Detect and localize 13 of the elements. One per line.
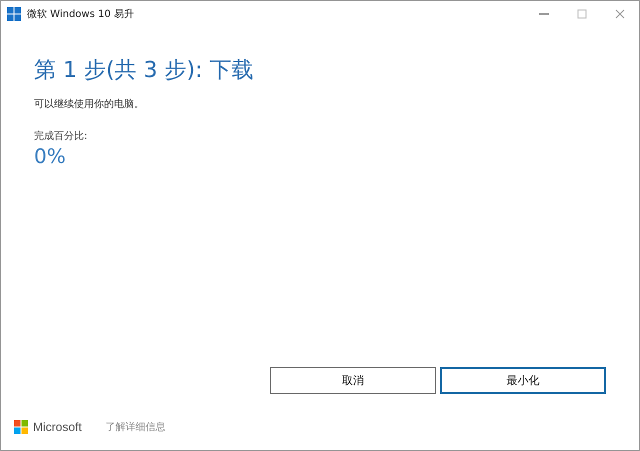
progress-value: 0% [34, 144, 67, 168]
maximize-icon [577, 9, 587, 19]
microsoft-logo-icon [14, 420, 28, 434]
step-heading: 第 1 步(共 3 步): 下载 [34, 57, 255, 85]
windows-logo-icon [7, 7, 21, 21]
brand-name: Microsoft [33, 420, 82, 434]
minimize-window-button[interactable]: 最小化 [440, 367, 606, 394]
learn-more-link[interactable]: 了解详细信息 [106, 420, 166, 434]
status-text: 可以继续使用你的电脑。 [34, 98, 145, 111]
cancel-button[interactable]: 取消 [270, 367, 436, 394]
progress-label: 完成百分比: [34, 130, 88, 143]
window-title: 微软 Windows 10 易升 [27, 8, 134, 21]
close-icon [615, 9, 625, 19]
